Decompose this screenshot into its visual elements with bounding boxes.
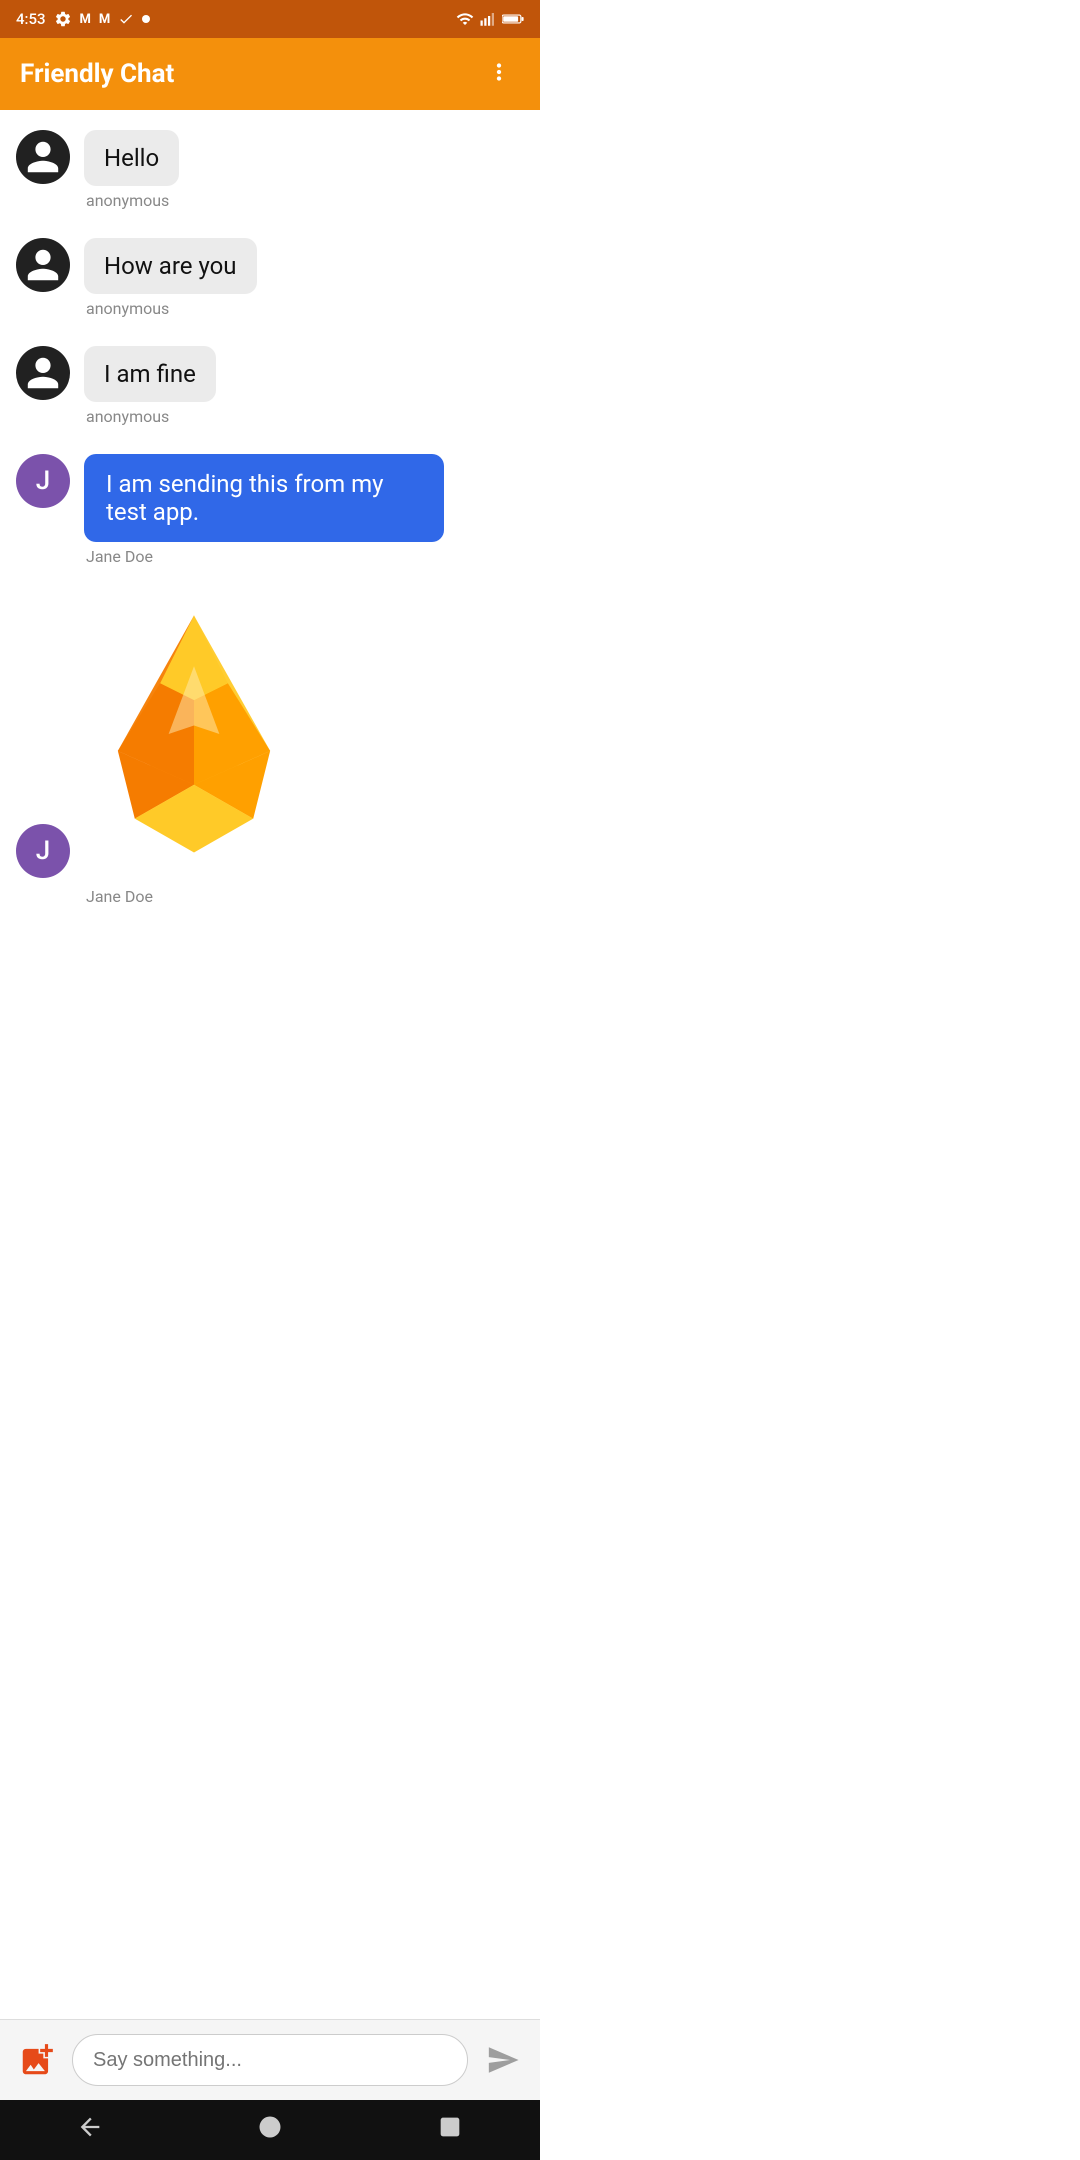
message-content: Hello anonymous [84,130,179,210]
avatar-initial-label: J [36,836,50,866]
message-row: I am fine anonymous [16,346,524,426]
more-vert-button[interactable] [478,51,520,97]
add-image-button[interactable] [14,2037,60,2083]
recent-button[interactable] [436,2113,464,2148]
gmail2-icon: M [99,12,110,27]
status-bar: 4:53 M M [0,0,540,38]
status-bar-left: 4:53 M M [16,10,150,28]
message-content: I am sending this from my test app. Jane… [84,454,444,566]
image-message-content: Jane Doe [84,594,304,906]
avatar: J [16,454,70,508]
person-icon [24,138,62,176]
back-button[interactable] [76,2113,104,2148]
message-row: J I am sending this from my test app. Ja… [16,454,524,566]
settings-icon [54,10,72,28]
time-display: 4:53 [16,10,46,28]
send-icon [486,2043,520,2077]
message-row: J Jane Doe [16,594,524,906]
sender-name: Jane Doe [84,547,444,566]
message-bubble: Hello [84,130,179,186]
sender-name: Jane Doe [84,887,304,906]
wifi-icon [456,10,474,28]
add-photo-icon [18,2041,56,2079]
message-bubble: I am fine [84,346,216,402]
sender-name: anonymous [84,299,257,318]
sender-name: anonymous [84,191,179,210]
message-row: How are you anonymous [16,238,524,318]
avatar [16,130,70,184]
avatar [16,346,70,400]
app-bar: Friendly Chat [0,38,540,110]
person-icon [24,354,62,392]
battery-icon [502,12,524,26]
input-bar [0,2019,540,2100]
more-vert-icon [486,59,512,85]
sender-name: anonymous [84,407,216,426]
message-content: How are you anonymous [84,238,257,318]
signal-icon [479,10,497,28]
gmail-icon: M [80,12,91,27]
message-input[interactable] [72,2034,468,2086]
home-button[interactable] [256,2113,284,2148]
send-button[interactable] [480,2037,526,2083]
messages-container: Hello anonymous How are you anonymous I … [0,110,540,1054]
message-bubble: How are you [84,238,257,294]
avatar [16,238,70,292]
person-icon [24,246,62,284]
status-bar-right [456,10,524,28]
app-title: Friendly Chat [20,59,174,89]
nav-bar [0,2100,540,2160]
avatar: J [16,824,70,878]
firebase-logo [84,594,304,874]
message-row: Hello anonymous [16,130,524,210]
check-icon [118,11,134,27]
avatar-initial-label: J [36,466,50,496]
notification-dot [142,15,150,23]
message-bubble-blue: I am sending this from my test app. [84,454,444,542]
message-content: I am fine anonymous [84,346,216,426]
